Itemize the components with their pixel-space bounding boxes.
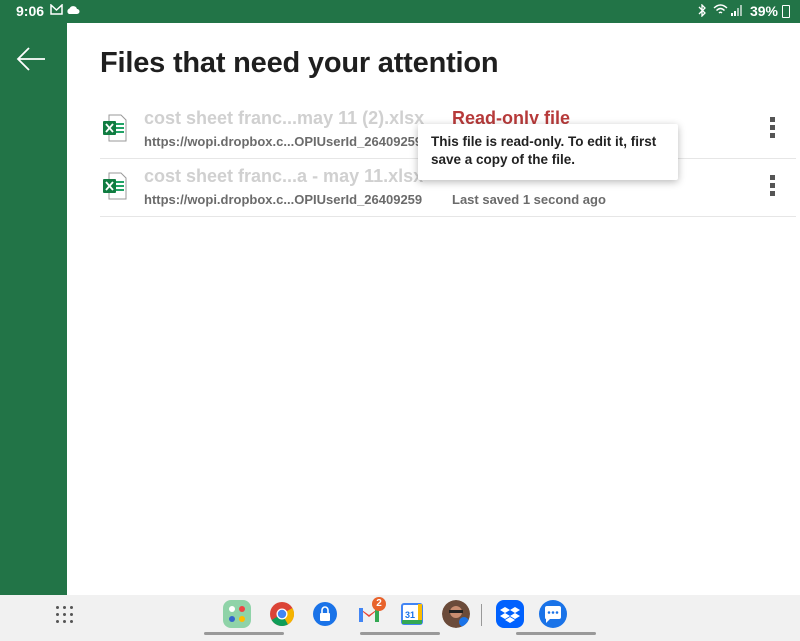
calendar-icon[interactable]: 31: [398, 600, 426, 628]
dock-handle: [204, 632, 284, 635]
file-name: cost sheet franc...a - may 11.xlsx: [144, 166, 424, 186]
messages-icon[interactable]: [539, 600, 567, 628]
file-name: cost sheet franc...may 11 (2).xlsx: [144, 108, 425, 128]
secure-folder-icon[interactable]: [311, 600, 339, 628]
read-only-tooltip: This file is read-only. To edit it, firs…: [418, 124, 678, 180]
file-url: https://wopi.dropbox.c...OPIUserId_26409…: [144, 192, 423, 207]
more-vertical-icon[interactable]: [770, 175, 776, 199]
excel-file-icon: [103, 172, 127, 200]
wifi-icon: [713, 4, 728, 19]
signal-icon: [731, 4, 743, 19]
back-arrow-icon[interactable]: [15, 45, 47, 73]
battery-icon: [782, 5, 790, 18]
app-folder-icon[interactable]: [223, 600, 251, 628]
dock-handle: [360, 632, 440, 635]
bluetooth-icon: [697, 3, 707, 20]
battery-percent: 39%: [749, 3, 778, 19]
dock-handle: [516, 632, 596, 635]
dropbox-icon[interactable]: [496, 600, 524, 628]
navigation-bar: 31: [0, 595, 800, 641]
excel-file-icon: [103, 114, 127, 142]
contact-avatar[interactable]: [442, 600, 470, 628]
more-vertical-icon[interactable]: [770, 117, 776, 141]
sidebar: [0, 23, 67, 595]
dock-divider: [481, 604, 482, 626]
gmail-notification-icon: [50, 3, 63, 18]
file-url: https://wopi.dropbox.c...OPIUserId_26409…: [144, 134, 423, 149]
app-grid-icon[interactable]: [56, 606, 74, 624]
cloud-icon: [66, 4, 80, 18]
page-title: Files that need your attention: [100, 47, 499, 79]
status-time: 9:06: [16, 3, 45, 19]
file-status-saved: Last saved 1 second ago: [452, 192, 606, 207]
gmail-badge: 2: [372, 597, 386, 611]
chrome-icon[interactable]: [268, 600, 296, 628]
status-bar: 9:06 39%: [0, 0, 800, 23]
main-content: Files that need your attention cost shee…: [67, 23, 800, 595]
calendar-day: 31: [405, 610, 415, 620]
